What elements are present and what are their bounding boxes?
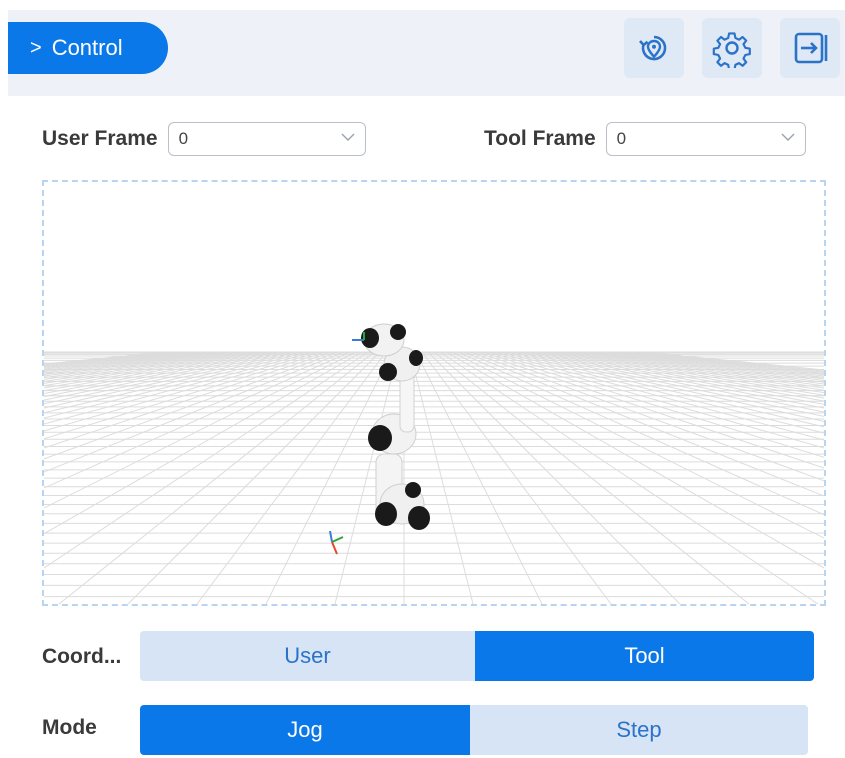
exit-icon [794, 32, 828, 64]
mode-option-jog[interactable]: Jog [140, 705, 470, 755]
control-breadcrumb[interactable]: > Control [8, 22, 168, 74]
user-frame-row: User Frame 0 [42, 120, 366, 158]
page-title: Control [51, 35, 123, 60]
base-axes-icon [329, 530, 344, 555]
tool-frame-row: Tool Frame 0 [484, 120, 806, 158]
chevron-down-icon [781, 133, 795, 141]
coord-segmented-control: User Tool [140, 631, 814, 681]
settings-button[interactable] [702, 18, 762, 78]
location-refresh-icon [639, 35, 667, 61]
user-frame-select[interactable]: 0 [167, 122, 366, 156]
coord-option-user[interactable]: User [140, 631, 475, 681]
mode-option-step[interactable]: Step [470, 705, 808, 755]
gear-icon [712, 32, 751, 68]
coord-option-tool[interactable]: Tool [475, 631, 814, 681]
mode-label: Mode [42, 716, 97, 739]
floor-grid [44, 351, 824, 604]
user-frame-label: User Frame [42, 127, 158, 150]
relocate-view-button[interactable] [624, 18, 684, 78]
robot-scene [44, 323, 824, 604]
robot-3d-viewport[interactable] [42, 180, 826, 606]
tool-frame-label: Tool Frame [484, 127, 596, 150]
exit-button[interactable] [780, 18, 840, 78]
mode-segmented-control: Jog Step [140, 705, 808, 755]
user-frame-value: 0 [178, 129, 189, 148]
chevron-right-icon: > [30, 36, 42, 59]
tool-frame-select[interactable]: 0 [605, 122, 806, 156]
chevron-down-icon [341, 133, 355, 141]
tool-frame-value: 0 [616, 129, 627, 148]
coord-label: Coord... [42, 645, 122, 668]
